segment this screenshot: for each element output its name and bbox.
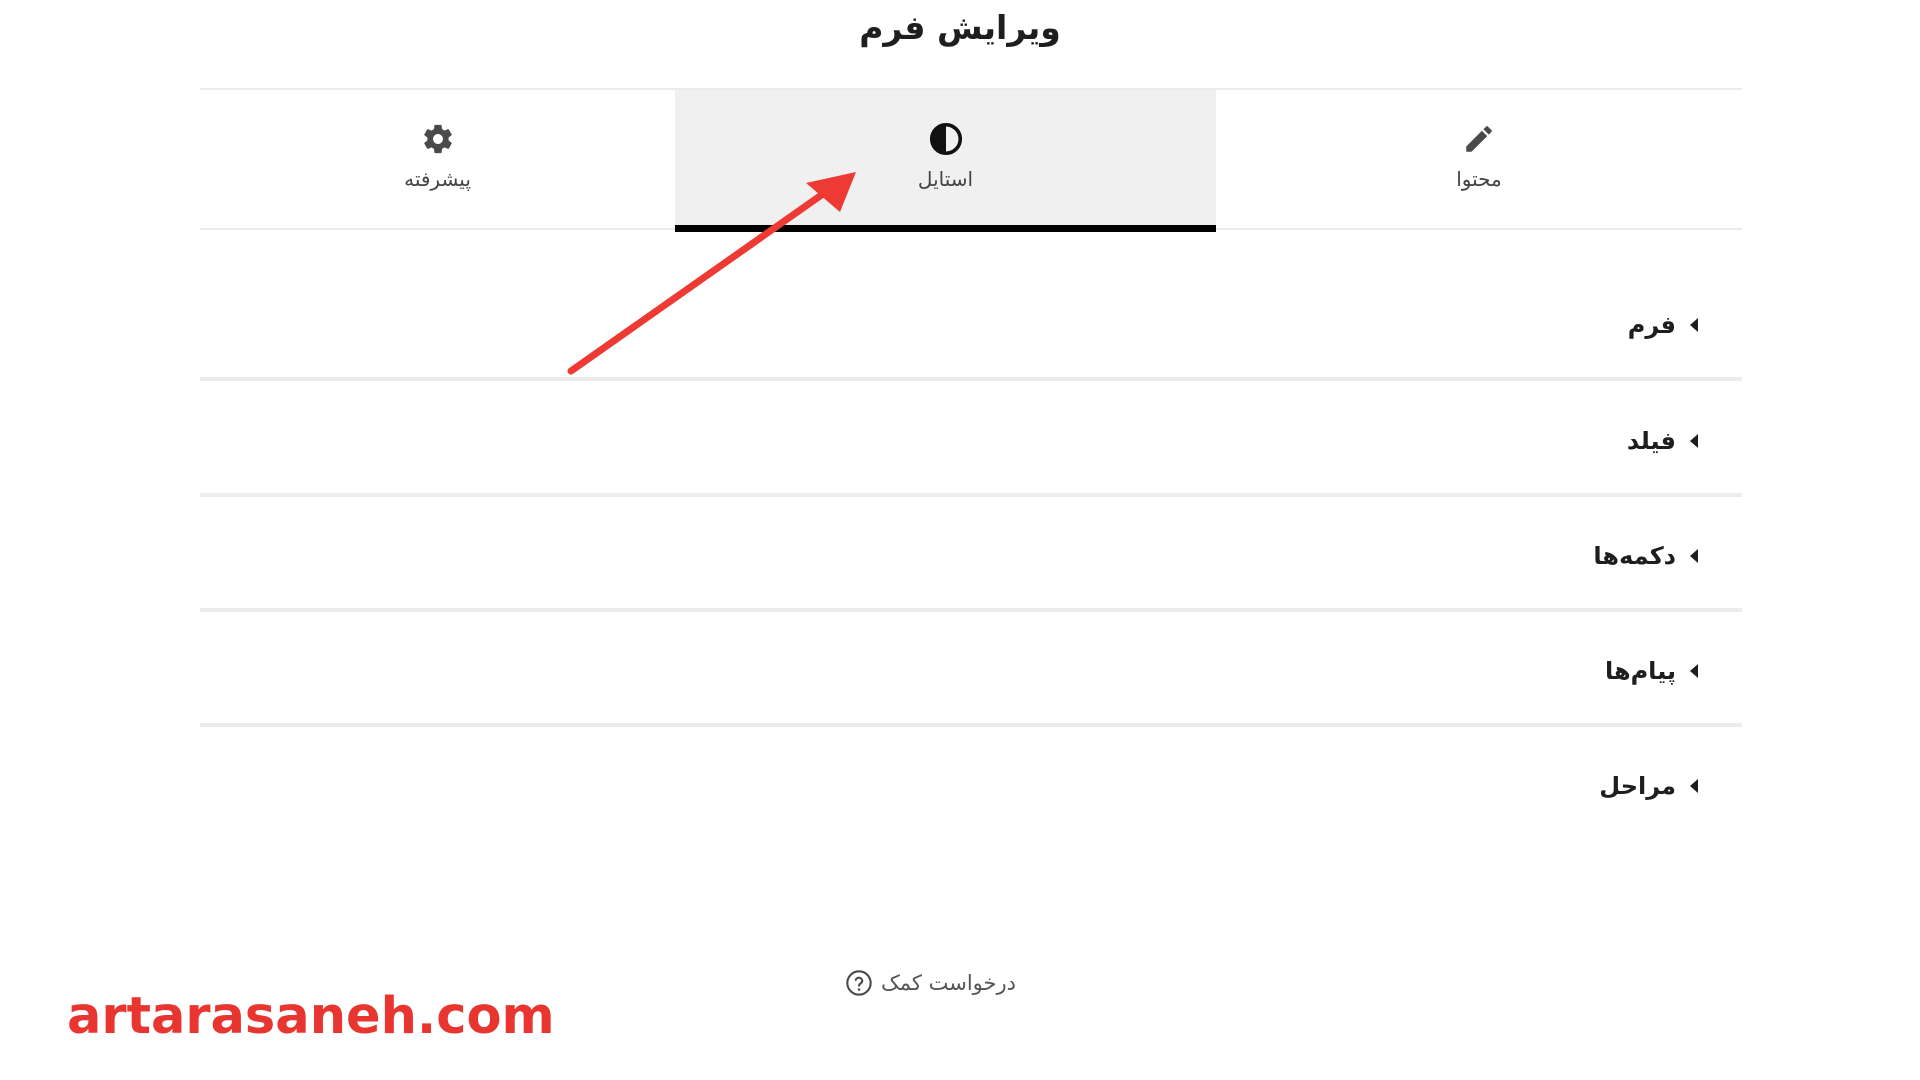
page-title: ویرایش فرم xyxy=(859,8,1061,47)
tab-content[interactable]: محتوا xyxy=(1216,90,1742,228)
section-messages: پیام‌ها xyxy=(200,615,1742,727)
tab-advanced[interactable]: پیشرفته xyxy=(200,90,675,228)
section-buttons-toggle[interactable]: دکمه‌ها xyxy=(1593,500,1698,612)
section-form: فرم xyxy=(200,269,1742,381)
section-label: دکمه‌ها xyxy=(1593,542,1676,570)
question-circle-icon xyxy=(845,969,873,997)
section-label: مراحل xyxy=(1599,772,1676,800)
section-field: فیلد xyxy=(200,385,1742,497)
gear-icon xyxy=(419,120,457,158)
help-request-link[interactable]: درخواست کمک xyxy=(845,965,1016,1001)
help-label: درخواست کمک xyxy=(881,971,1016,995)
editor-tabs: پیشرفته استایل محتوا xyxy=(200,88,1742,232)
caret-left-icon xyxy=(1690,549,1698,563)
caret-left-icon xyxy=(1690,318,1698,332)
tab-style[interactable]: استایل xyxy=(675,90,1216,232)
section-form-toggle[interactable]: فرم xyxy=(1628,269,1698,381)
section-field-toggle[interactable]: فیلد xyxy=(1627,385,1698,497)
contrast-icon xyxy=(927,120,965,158)
section-buttons: دکمه‌ها xyxy=(200,500,1742,612)
form-editor-page: ویرایش فرم پیشرفته استایل محتوا فرم فیلد… xyxy=(0,0,1920,1080)
section-label: فیلد xyxy=(1626,427,1676,455)
section-label: پیام‌ها xyxy=(1604,657,1676,685)
caret-left-icon xyxy=(1690,664,1698,678)
section-messages-toggle[interactable]: پیام‌ها xyxy=(1605,615,1698,727)
tab-content-label: محتوا xyxy=(1456,167,1502,191)
tab-advanced-label: پیشرفته xyxy=(404,167,471,191)
section-steps: مراحل xyxy=(200,730,1742,842)
section-steps-toggle[interactable]: مراحل xyxy=(1599,730,1698,842)
tab-style-label: استایل xyxy=(917,167,974,191)
caret-left-icon xyxy=(1690,779,1698,793)
watermark-text: artarasaneh.com xyxy=(67,987,555,1046)
caret-left-icon xyxy=(1690,434,1698,448)
pencil-icon xyxy=(1460,120,1498,158)
section-label: فرم xyxy=(1627,311,1676,339)
